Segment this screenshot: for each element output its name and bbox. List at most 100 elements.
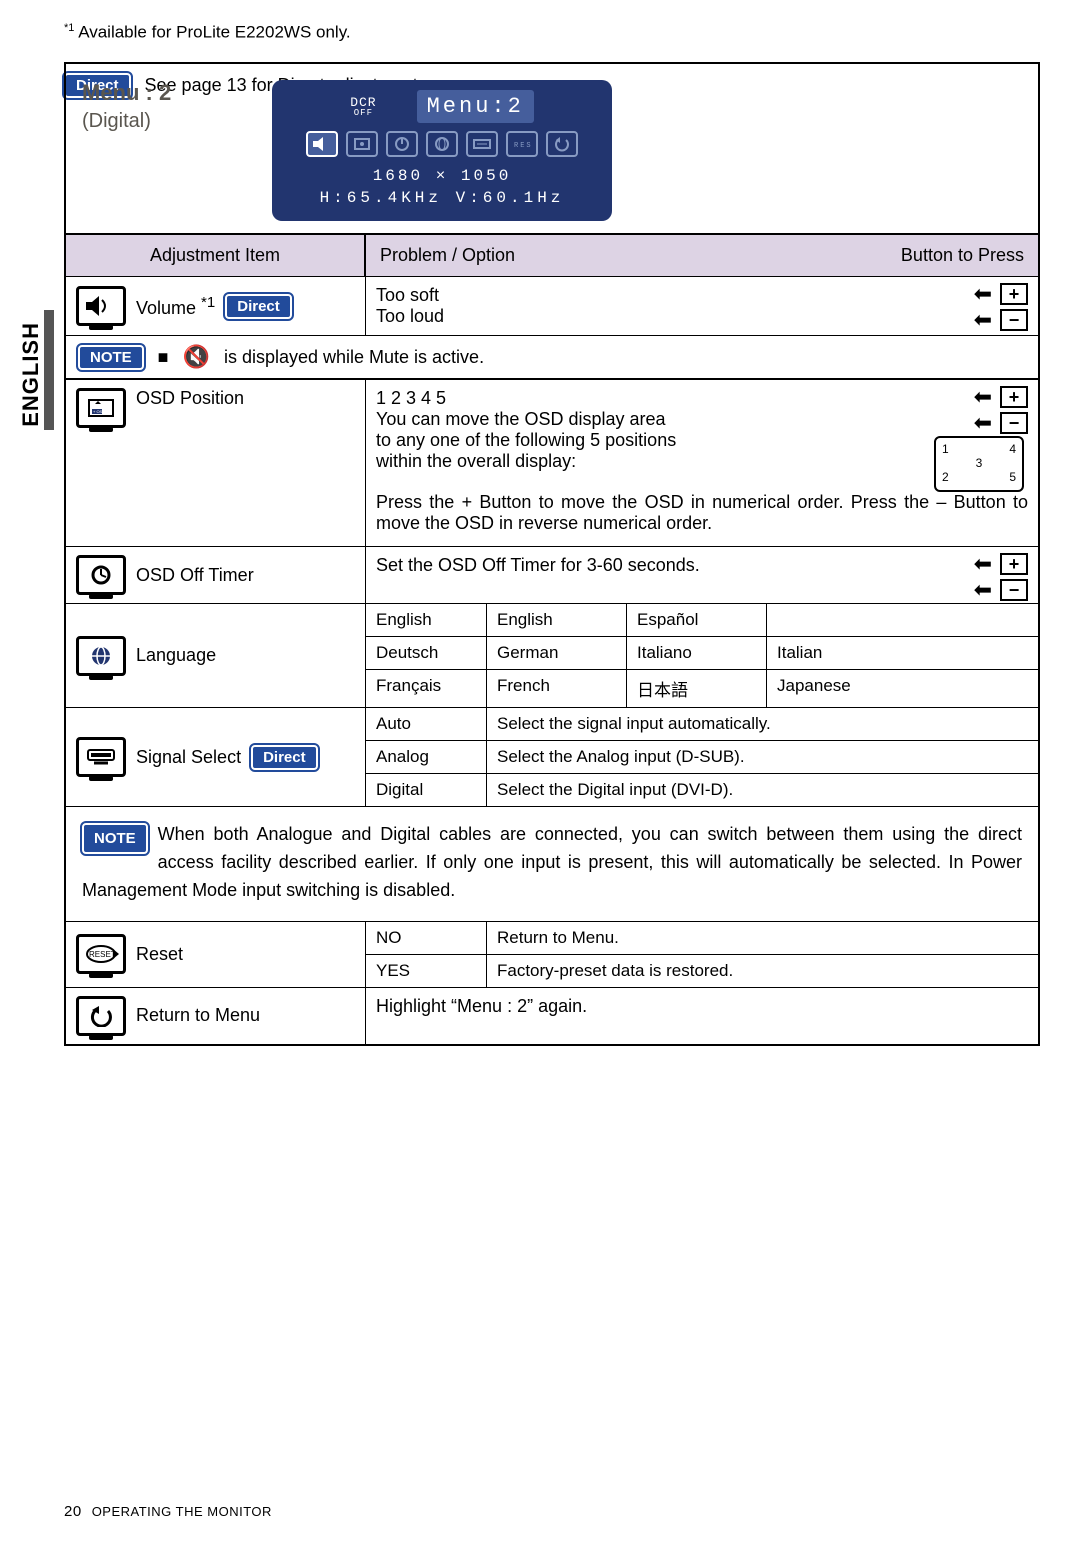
osd-pos-desc4: Press the + Button to move the OSD in nu… [376,492,1028,534]
col-adjustment: Adjustment Item [66,235,366,276]
timer-icon [76,555,126,595]
sig-cell: Select the signal input automatically. [486,708,1038,740]
arrow-left-icon: ⬅ [974,551,992,577]
osd-pos-desc2: to any one of the following 5 positions [376,430,1028,451]
reset-cell: YES [366,954,486,987]
signal-icon [76,737,126,777]
osd-preview: DCROFF Menu:2 RESET 1680 × 1050 H:65.4KH… [272,80,612,221]
osd-off-text: Set the OSD Off Timer for 3-60 seconds. [376,555,700,575]
direct-badge: Direct [251,745,318,770]
sig-cell: Analog [366,740,486,773]
row-language: Language English English Español Deutsch… [66,603,1038,707]
col-problem: Problem / Option [380,245,515,266]
sig-cell: Digital [366,773,486,806]
mute-icon: 🔇 [183,344,210,370]
menu-title: Menu : 2 [82,80,272,106]
bullet-icon: ■ [158,347,169,368]
row-volume: Volume *1 Direct Too soft Too loud ⬅ + ⬅− [66,276,1038,335]
svg-text:+ OSD: + OSD [93,409,105,414]
too-soft-text: Too soft [376,285,1028,306]
column-header: Adjustment Item Problem / Option Button … [66,235,1038,276]
osd-icon-volume [306,131,338,157]
arrow-left-icon: ⬅ [974,307,992,333]
svg-text:RESET: RESET [89,950,116,959]
lang-cell [766,604,1038,636]
sig-cell: Select the Digital input (DVI-D). [486,773,1038,806]
page-footer: 20OPERATING THE MONITOR [64,1503,272,1520]
reset-cell: Factory-preset data is restored. [486,954,1038,987]
row-signal: Signal Select Direct Auto Select the sig… [66,707,1038,806]
lang-cell: Deutsch [366,636,486,669]
note-badge: NOTE [78,345,144,370]
return-text: Highlight “Menu : 2” again. [376,996,587,1016]
lang-cell: German [486,636,626,669]
osdpos-buttons: ⬅+ ⬅− [974,384,1028,436]
note-signal-text: When both Analogue and Digital cables ar… [82,824,1022,900]
return-label: Return to Menu [136,1005,260,1026]
arrow-left-icon: ⬅ [974,281,992,307]
volume-label: Volume *1 [136,294,215,319]
volume-buttons: ⬅ + ⬅− [974,281,1028,333]
minus-button[interactable]: − [1000,579,1028,601]
sig-cell: Select the Analog input (D-SUB). [486,740,1038,773]
osd-icon-signal [466,131,498,157]
plus-button[interactable]: + [1000,386,1028,408]
osd-icon-return [546,131,578,157]
note-badge: NOTE [82,823,148,854]
return-icon [76,996,126,1036]
osd-menu-badge: Menu:2 [417,90,534,123]
row-return: Return to Menu Highlight “Menu : 2” agai… [66,987,1038,1044]
row-osd-position: + OSD OSD Position 1 2 3 4 5 You can mov… [66,378,1038,546]
note-mute-text: is displayed while Mute is active. [224,347,484,368]
row-osd-off: OSD Off Timer Set the OSD Off Timer for … [66,546,1038,603]
osd-frequency: H:65.4KHz V:60.1Hz [284,189,600,207]
arrow-left-icon: ⬅ [974,577,992,603]
plus-button[interactable]: + [1000,283,1028,305]
lang-cell: Japanese [766,669,1038,707]
language-icon [76,636,126,676]
osd-position-label: OSD Position [136,388,244,409]
plus-button[interactable]: + [1000,553,1028,575]
minus-button[interactable]: − [1000,412,1028,434]
language-grid: English English Español Deutsch German I… [366,604,1038,707]
language-tab: ENGLISH [18,322,44,427]
page-frame: Menu : 2 (Digital) DCROFF Menu:2 RESET 1… [64,62,1040,1046]
lang-cell: Italiano [626,636,766,669]
language-label: Language [136,645,216,666]
dcr-label: DCROFF [350,95,376,118]
col-button: Button to Press [901,245,1024,266]
signal-grid: Auto Select the signal input automatical… [366,708,1038,806]
lang-cell: English [366,604,486,636]
direct-badge: Direct [225,294,292,319]
menu-subtitle: (Digital) [82,110,272,133]
lang-cell: French [486,669,626,707]
reset-icon: RESET [76,934,126,974]
osd-pos-desc3: within the overall display: [376,451,1028,472]
position-diagram: 14 3 25 [934,436,1024,492]
osd-pos-numbers: 1 2 3 4 5 [376,388,1028,409]
osd-position-icon: + OSD [76,388,126,428]
reset-cell: NO [366,922,486,954]
row-reset: RESET Reset NO Return to Menu. YES Facto… [66,921,1038,987]
sig-cell: Auto [366,708,486,740]
lang-cell: Italian [766,636,1038,669]
lang-cell: Español [626,604,766,636]
too-loud-text: Too loud [376,306,1028,327]
reset-label: Reset [136,944,183,965]
osd-off-label: OSD Off Timer [136,565,254,586]
reset-cell: Return to Menu. [486,922,1038,954]
reset-grid: NO Return to Menu. YES Factory-preset da… [366,922,1038,987]
note-signal: NOTE When both Analogue and Digital cabl… [66,806,1038,921]
osd-icon-position [346,131,378,157]
lang-cell: 日本語 [626,669,766,707]
osdoff-buttons: ⬅ + ⬅− [974,551,1028,603]
lang-cell: English [486,604,626,636]
lang-cell: Français [366,669,486,707]
osd-icon-row: RESET [284,131,600,157]
footnote: *1 Available for ProLite E2202WS only. [64,22,1080,43]
header: Menu : 2 (Digital) DCROFF Menu:2 RESET 1… [66,64,1038,235]
minus-button[interactable]: − [1000,309,1028,331]
arrow-left-icon: ⬅ [974,384,992,410]
osd-icon-timer [386,131,418,157]
osd-pos-desc1: You can move the OSD display area [376,409,1028,430]
